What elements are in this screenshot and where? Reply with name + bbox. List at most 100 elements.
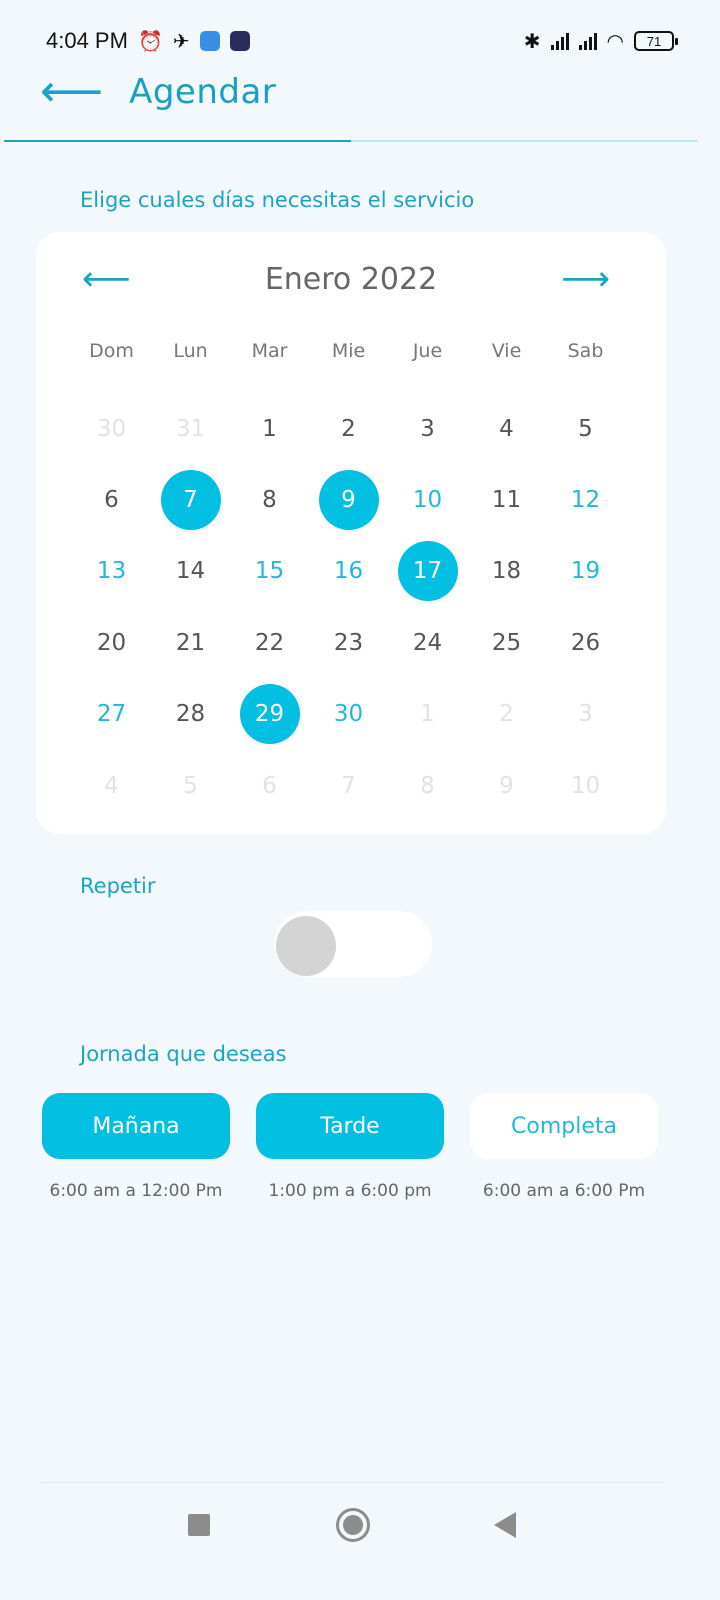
weekday-label: Vie [491,340,522,362]
page-title: Agendar [129,72,277,112]
calendar-day-selected[interactable]: 9 [309,464,388,535]
calendar-day[interactable]: 28 [151,679,230,750]
calendar-day-label: 25 [491,629,522,656]
calendar-day-label: 31 [175,415,206,442]
calendar-day-label: 14 [175,558,206,585]
calendar-day[interactable]: 26 [546,607,625,678]
calendar-day-label: 30 [333,701,364,728]
status-right: ✱ ◠ 71 [523,29,678,53]
arrow-right-icon[interactable]: ⟶ [561,262,610,296]
calendar-day-label: 3 [578,701,593,728]
calendar-day: 10 [546,750,625,821]
calendar-day[interactable]: 2 [309,393,388,464]
calendar-day-label: 6 [262,772,277,799]
calendar-day[interactable]: 4 [467,393,546,464]
calendar-day[interactable]: 22 [230,607,309,678]
calendar-day[interactable]: 8 [230,464,309,535]
calendar-day[interactable]: 12 [546,464,625,535]
calendar-day-label: 16 [333,558,364,585]
calendar-day-label: 4 [499,415,514,442]
calendar-day[interactable]: 11 [467,464,546,535]
weekday-label: Dom [89,340,134,362]
calendar-day[interactable]: 24 [388,607,467,678]
status-bar: 4:04 PM ⏰ ✈ ✱ ◠ 71 [46,26,678,56]
calendar-day[interactable]: 30 [309,679,388,750]
wifi-icon: ◠ [606,29,624,53]
calendar-day-label: 23 [333,629,364,656]
calendar-day-label: 7 [341,772,356,799]
shift-button[interactable]: Mañana [42,1093,230,1159]
calendar-day: 9 [467,750,546,821]
calendar-day[interactable]: 5 [546,393,625,464]
calendar-day[interactable]: 20 [72,607,151,678]
calendar-day-label: 3 [420,415,435,442]
calendar-day: 2 [467,679,546,750]
shift-time: 6:00 am a 12:00 Pm [49,1181,223,1201]
nav-divider [42,1482,664,1483]
calendar-day[interactable]: 10 [388,464,467,535]
calendar-day-selected[interactable]: 29 [230,679,309,750]
calendar-day-label: 9 [318,470,379,531]
calendar-day[interactable]: 27 [72,679,151,750]
recent-apps-icon[interactable] [188,1514,210,1536]
app-icon [229,31,250,51]
calendar-day[interactable]: 25 [467,607,546,678]
calendar-day[interactable]: 18 [467,536,546,607]
calendar-day-label: 27 [96,701,127,728]
calendar-day-label: 22 [254,629,285,656]
calendar-day[interactable]: 3 [388,393,467,464]
home-icon[interactable] [336,1508,370,1542]
days-grid: 30 31 1 2 3 4 5 6 7 8 9 10 11 12 13 14 15 16 17 18 19 20 21 22 2… [72,393,625,821]
bluetooth-icon: ✱ [523,29,541,53]
calendar-day-label: 15 [254,558,285,585]
calendar-day[interactable]: 6 [72,464,151,535]
calendar-day[interactable]: 14 [151,536,230,607]
calendar-day[interactable]: 23 [309,607,388,678]
calendar-day-label: 21 [175,629,206,656]
calendar-day-label: 13 [96,558,127,585]
calendar-day[interactable]: 16 [309,536,388,607]
notification-icon: ✈ [172,29,190,53]
app-header: ⟵ Agendar [40,68,680,116]
weekday-label: Lun [173,340,208,362]
weekday-label: Mie [331,340,366,362]
shift-option: Completa 6:00 am a 6:00 Pm [470,1093,658,1201]
calendar-day-label: 6 [104,487,119,514]
calendar-day-label: 18 [491,558,522,585]
calendar-day-label: 8 [262,487,277,514]
calendar-day-label: 29 [239,684,300,745]
calendar-day: 31 [151,393,230,464]
calendar-day-label: 28 [175,701,206,728]
toggle-knob [276,916,336,976]
calendar-nav: ⟵ Enero 2022 ⟶ [36,256,666,306]
calendar-day: 4 [72,750,151,821]
calendar-day: 3 [546,679,625,750]
repeat-toggle[interactable] [274,911,432,977]
weekday-label: Mar [251,340,288,362]
calendar-day[interactable]: 21 [151,607,230,678]
calendar-day: 5 [151,750,230,821]
calendar-day-label: 26 [570,629,601,656]
calendar-day-label: 2 [341,415,356,442]
calendar-day[interactable]: 1 [230,393,309,464]
calendar-day[interactable]: 15 [230,536,309,607]
calendar-day: 7 [309,750,388,821]
calendar-day: 6 [230,750,309,821]
calendar-day-label: 10 [412,487,443,514]
calendar-day-label: 4 [104,772,119,799]
calendar-day-selected[interactable]: 17 [388,536,467,607]
calendar-day-selected[interactable]: 7 [151,464,230,535]
calendar-day-label: 12 [570,487,601,514]
calendar-day-label: 9 [499,772,514,799]
calendar-day-label: 5 [183,772,198,799]
arrow-left-icon[interactable]: ⟵ [40,70,103,114]
back-icon[interactable] [494,1512,516,1538]
system-nav-bar [0,1500,720,1552]
mail-icon [199,31,220,51]
calendar-card: ⟵ Enero 2022 ⟶ Dom Lun Mar Mie Jue Vie Sab 30 3… [36,232,666,834]
calendar-day[interactable]: 13 [72,536,151,607]
calendar-day[interactable]: 19 [546,536,625,607]
shift-button[interactable]: Completa [470,1093,658,1159]
shift-button[interactable]: Tarde [256,1093,444,1159]
calendar-day-label: 17 [397,541,458,602]
